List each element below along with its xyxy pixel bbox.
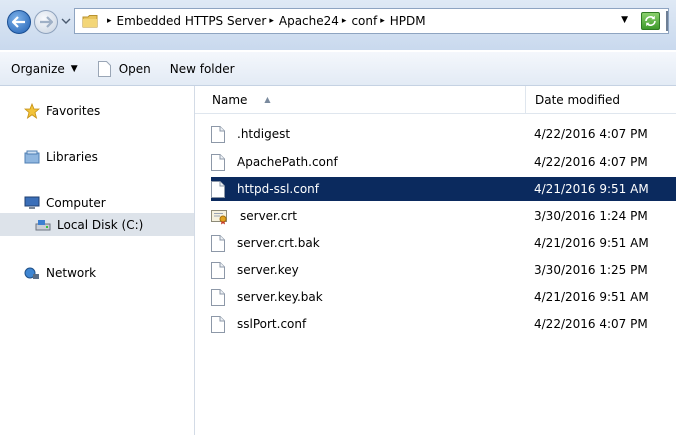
- breadcrumb-chevron-icon[interactable]: ▸: [269, 16, 274, 26]
- nav-label-computer: Computer: [46, 196, 106, 210]
- nav-item-computer[interactable]: Computer: [24, 193, 106, 213]
- nav-label-favorites: Favorites: [46, 104, 101, 118]
- command-bar: Organize ▼ Open New folder: [0, 52, 676, 86]
- file-row[interactable]: server.key.bak 4/21/2016 9:51 AM: [211, 285, 676, 309]
- forward-button[interactable]: [34, 10, 58, 34]
- file-date: 4/22/2016 4:07 PM: [534, 317, 648, 331]
- back-button[interactable]: [7, 10, 31, 34]
- file-name: server.crt.bak: [237, 236, 320, 250]
- file-name: server.key.bak: [237, 290, 323, 304]
- drive-icon: [35, 220, 51, 231]
- file-date: 4/21/2016 9:51 AM: [534, 236, 649, 250]
- column-header-date-label: Date modified: [535, 92, 621, 107]
- address-box[interactable]: ▸ Embedded HTTPS Server ▸ Apache24 ▸ con…: [74, 8, 669, 34]
- breadcrumb-chevron-icon[interactable]: ▸: [342, 16, 347, 26]
- file-name: server.crt: [240, 209, 297, 223]
- file-icon: [211, 261, 231, 279]
- file-icon: [211, 315, 231, 333]
- file-name: ApachePath.conf: [237, 155, 338, 169]
- file-icon: [211, 125, 231, 143]
- organize-label: Organize: [11, 61, 65, 76]
- address-dropdown-icon[interactable]: ▼: [621, 15, 628, 25]
- column-header-name-label: Name: [212, 92, 248, 107]
- refresh-icon: [645, 15, 656, 27]
- file-icon: [211, 180, 231, 198]
- nav-item-favorites[interactable]: Favorites: [24, 101, 100, 121]
- libraries-icon: [24, 150, 40, 164]
- breadcrumb-apache24[interactable]: Apache24: [279, 14, 339, 28]
- nav-label-local-disk: Local Disk (C:): [57, 218, 144, 232]
- new-folder-button[interactable]: New folder: [170, 62, 235, 76]
- file-row[interactable]: server.key 3/30/2016 1:25 PM: [211, 258, 676, 282]
- new-folder-label: New folder: [169, 61, 235, 76]
- file-date: 3/30/2016 1:25 PM: [534, 263, 648, 277]
- star-icon: [24, 103, 40, 119]
- arrow-right-icon: [40, 16, 53, 28]
- nav-label-libraries: Libraries: [46, 150, 98, 164]
- file-row[interactable]: server.crt.bak 4/21/2016 9:51 AM: [211, 231, 676, 255]
- navigation-pane: Favorites Libraries Computer Local Disk …: [0, 86, 194, 435]
- file-date: 3/30/2016 1:24 PM: [534, 209, 648, 223]
- column-headers: Name ▲ Date modified: [195, 86, 676, 114]
- computer-icon: [24, 196, 40, 209]
- file-name: .htdigest: [237, 127, 291, 141]
- file-date: 4/22/2016 4:07 PM: [534, 155, 648, 169]
- refresh-button[interactable]: [641, 12, 660, 30]
- open-label: Open: [118, 61, 151, 76]
- organize-button[interactable]: Organize ▼: [11, 62, 78, 76]
- breadcrumb-conf[interactable]: conf: [351, 14, 377, 28]
- arrow-left-icon: [12, 16, 25, 28]
- search-box-edge: [666, 11, 668, 31]
- nav-item-local-disk[interactable]: Local Disk (C:): [35, 215, 143, 235]
- open-button[interactable]: Open: [97, 60, 151, 77]
- file-name: sslPort.conf: [237, 317, 307, 331]
- nav-item-libraries[interactable]: Libraries: [24, 147, 98, 167]
- file-row[interactable]: .htdigest 4/22/2016 4:07 PM: [211, 122, 676, 146]
- file-list: Name ▲ Date modified .htdigest 4/22/2016…: [195, 86, 676, 435]
- file-row[interactable]: ApachePath.conf 4/22/2016 4:07 PM: [211, 150, 676, 174]
- breadcrumb: ▸ Embedded HTTPS Server ▸ Apache24 ▸ con…: [104, 14, 426, 28]
- breadcrumb-embedded-https-server[interactable]: Embedded HTTPS Server: [117, 14, 267, 28]
- file-row-selected[interactable]: httpd-ssl.conf 4/21/2016 9:51 AM: [211, 177, 676, 201]
- breadcrumb-chevron-icon[interactable]: ▸: [107, 16, 112, 26]
- network-icon: [24, 267, 39, 279]
- file-name: httpd-ssl.conf: [237, 182, 320, 196]
- breadcrumb-chevron-icon[interactable]: ▸: [380, 16, 385, 26]
- nav-item-network[interactable]: Network: [24, 263, 96, 283]
- file-row[interactable]: sslPort.conf 4/22/2016 4:07 PM: [211, 312, 676, 336]
- file-date: 4/21/2016 9:51 AM: [534, 290, 649, 304]
- folder-icon: [82, 15, 98, 28]
- column-header-date-modified[interactable]: Date modified: [525, 86, 676, 113]
- file-row[interactable]: server.crt 3/30/2016 1:24 PM: [211, 204, 676, 228]
- column-header-name[interactable]: Name ▲: [195, 86, 524, 113]
- sort-ascending-icon: ▲: [264, 95, 271, 104]
- file-icon: [211, 234, 231, 252]
- chevron-down-icon: ▼: [70, 63, 78, 74]
- file-icon: [211, 153, 231, 171]
- document-icon: [97, 60, 111, 77]
- file-name: server.key: [237, 263, 299, 277]
- breadcrumb-hpdm[interactable]: HPDM: [390, 14, 426, 28]
- file-icon: [211, 288, 231, 306]
- file-date: 4/21/2016 9:51 AM: [534, 182, 649, 196]
- certificate-icon: [211, 208, 234, 225]
- nav-label-network: Network: [46, 266, 97, 280]
- recent-pages-chevron-icon[interactable]: [61, 16, 71, 26]
- file-date: 4/22/2016 4:07 PM: [534, 127, 648, 141]
- address-bar-region: ▸ Embedded HTTPS Server ▸ Apache24 ▸ con…: [0, 0, 676, 50]
